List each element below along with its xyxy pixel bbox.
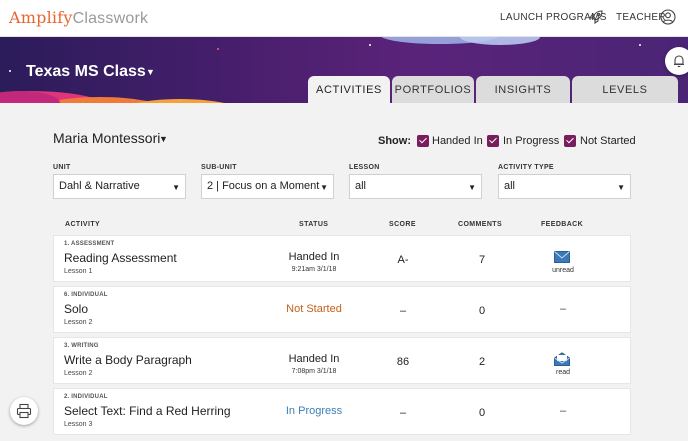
chevron-down-icon[interactable]: ▼: [159, 134, 168, 144]
lesson-select[interactable]: all ▼: [349, 174, 482, 199]
activity-name[interactable]: Reading Assessment: [64, 251, 177, 265]
show-label: Show:: [378, 135, 411, 147]
sub-unit-select[interactable]: 2 | Focus on a Moment ▼: [201, 174, 334, 199]
sub-unit-value: 2 | Focus on a Moment: [207, 180, 320, 192]
status-text: Not Started: [286, 303, 342, 315]
in-progress-label[interactable]: In Progress: [503, 135, 559, 147]
chevron-down-icon: ▼: [617, 183, 625, 192]
tab-levels[interactable]: LEVELS: [572, 76, 678, 103]
activity-name[interactable]: Write a Body Paragraph: [64, 353, 192, 367]
logo-brand: Amplify: [9, 8, 73, 27]
status-timestamp: 9:21am 3/1/18: [291, 266, 337, 273]
envelope-open-icon[interactable]: [554, 352, 570, 366]
status-text: In Progress: [285, 405, 343, 417]
not-started-label[interactable]: Not Started: [580, 135, 636, 147]
comments-count[interactable]: 2: [442, 356, 522, 368]
lesson-label: LESSON: [349, 164, 380, 171]
handed-in-label[interactable]: Handed In: [432, 135, 483, 147]
feedback-status: –: [559, 405, 567, 417]
activity-lesson: Lesson 3: [64, 421, 93, 428]
sub-unit-label: SUB-UNIT: [201, 164, 237, 171]
score-value: –: [399, 407, 407, 419]
print-button[interactable]: [10, 397, 38, 425]
user-circle-icon[interactable]: [660, 9, 676, 25]
envelope-closed-icon[interactable]: [554, 250, 570, 264]
top-bar: AmplifyClasswork LAUNCH PROGRAMS TEACHER: [0, 0, 688, 37]
chevron-down-icon: ▼: [172, 183, 180, 192]
column-header-activity[interactable]: ACTIVITY: [65, 221, 100, 228]
unit-select[interactable]: Dahl & Narrative ▼: [53, 174, 186, 199]
not-started-checkbox[interactable]: [564, 135, 576, 147]
tab-bar: ACTIVITIES PORTFOLIOS INSIGHTS LEVELS: [308, 76, 680, 103]
table-row[interactable]: 2. INDIVIDUAL Select Text: Find a Red He…: [53, 388, 631, 435]
column-header-score[interactable]: SCORE: [389, 221, 416, 228]
activity-type-select[interactable]: all ▼: [498, 174, 631, 199]
activity-kind: 3. WRITING: [64, 343, 99, 349]
comments-count[interactable]: 0: [442, 407, 522, 419]
rocket-icon[interactable]: [588, 9, 604, 25]
activity-lesson: Lesson 1: [64, 268, 93, 275]
notifications-button[interactable]: [665, 47, 688, 75]
activity-type-value: all: [504, 180, 516, 192]
activity-name[interactable]: Solo: [64, 302, 88, 316]
feedback-status: unread: [552, 267, 574, 274]
student-selector[interactable]: Maria Montessori: [53, 130, 160, 146]
comments-count[interactable]: 7: [442, 254, 522, 266]
activity-lesson: Lesson 2: [64, 370, 93, 377]
chevron-down-icon: ▼: [320, 183, 328, 192]
app-logo[interactable]: AmplifyClasswork: [9, 8, 148, 28]
feedback-status: –: [559, 303, 567, 315]
score-value: –: [399, 305, 407, 317]
table-row[interactable]: 6. INDIVIDUAL Solo Lesson 2 Not Started …: [53, 286, 631, 333]
in-progress-checkbox[interactable]: [487, 135, 499, 147]
class-title[interactable]: Texas MS Class: [26, 63, 146, 81]
score-value: 86: [396, 356, 410, 368]
status-text: Handed In: [288, 251, 340, 263]
feedback-status: read: [555, 369, 570, 376]
unit-value: Dahl & Narrative: [59, 180, 140, 192]
tab-portfolios[interactable]: PORTFOLIOS: [392, 76, 474, 103]
handed-in-checkbox[interactable]: [417, 135, 429, 147]
comments-count[interactable]: 0: [442, 305, 522, 317]
score-value: A-: [397, 254, 409, 266]
lesson-value: all: [355, 180, 367, 192]
column-header-feedback[interactable]: FEEDBACK: [541, 221, 583, 228]
bell-icon: [674, 55, 684, 68]
table-row[interactable]: 3. WRITING Write a Body Paragraph Lesson…: [53, 337, 631, 384]
activity-kind: 1. ASSESSMENT: [64, 241, 115, 247]
activity-kind: 6. INDIVIDUAL: [64, 292, 108, 298]
activity-kind: 2. INDIVIDUAL: [64, 394, 108, 400]
unit-label: UNIT: [53, 164, 71, 171]
column-header-comments[interactable]: COMMENTS: [458, 221, 502, 228]
activity-lesson: Lesson 2: [64, 319, 93, 326]
activity-name[interactable]: Select Text: Find a Red Herring: [64, 404, 231, 418]
status-text: Handed In: [288, 353, 340, 365]
column-header-status[interactable]: STATUS: [299, 221, 328, 228]
printer-icon: [16, 403, 32, 419]
teacher-menu[interactable]: TEACHER: [616, 12, 666, 23]
activity-type-label: ACTIVITY TYPE: [498, 164, 554, 171]
status-timestamp: 7:08pm 3/1/18: [291, 368, 337, 375]
tab-activities[interactable]: ACTIVITIES: [308, 76, 390, 103]
chevron-down-icon: ▼: [468, 183, 476, 192]
tab-insights[interactable]: INSIGHTS: [476, 76, 570, 103]
logo-product: Classwork: [72, 10, 149, 27]
chevron-down-icon[interactable]: ▼: [146, 67, 155, 77]
table-row[interactable]: 1. ASSESSMENT Reading Assessment Lesson …: [53, 235, 631, 282]
